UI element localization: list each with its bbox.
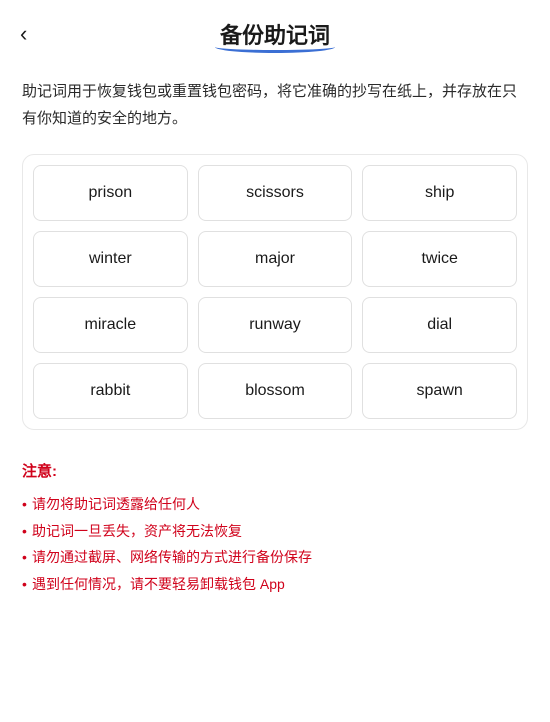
- mnemonic-word: ship: [362, 165, 517, 221]
- mnemonic-word: dial: [362, 297, 517, 353]
- back-button[interactable]: ‹: [20, 23, 27, 45]
- mnemonic-word: major: [198, 231, 353, 287]
- note-item: 遇到任何情况，请不要轻易卸载钱包 App: [22, 571, 528, 598]
- mnemonic-word: rabbit: [33, 363, 188, 419]
- mnemonic-word: blossom: [198, 363, 353, 419]
- note-item: 助记词一旦丢失，资产将无法恢复: [22, 518, 528, 545]
- mnemonic-word: winter: [33, 231, 188, 287]
- note-item: 请勿将助记词透露给任何人: [22, 491, 528, 518]
- mnemonic-word: scissors: [198, 165, 353, 221]
- header: ‹ 备份助记词: [0, 0, 550, 60]
- notes-list: 请勿将助记词透露给任何人助记词一旦丢失，资产将无法恢复请勿通过截屏、网络传输的方…: [22, 491, 528, 597]
- mnemonic-word: runway: [198, 297, 353, 353]
- mnemonic-word: miracle: [33, 297, 188, 353]
- description-text: 助记词用于恢复钱包或重置钱包密码，将它准确的抄写在纸上，并存放在只有你知道的安全…: [0, 60, 550, 146]
- mnemonic-word: spawn: [362, 363, 517, 419]
- notes-title: 注意:: [22, 460, 528, 481]
- mnemonic-grid-container: prisonscissorsship wintermajortwice miracl…: [22, 154, 528, 430]
- page-title: 备份助记词: [220, 23, 330, 48]
- mnemonic-word: prison: [33, 165, 188, 221]
- note-item: 请勿通过截屏、网络传输的方式进行备份保存: [22, 544, 528, 571]
- mnemonic-word: twice: [362, 231, 517, 287]
- mnemonic-grid: prisonscissorsship wintermajortwice miracl…: [33, 165, 517, 419]
- title-wrapper: 备份助记词: [220, 18, 330, 50]
- notes-section: 注意: 请勿将助记词透露给任何人助记词一旦丢失，资产将无法恢复请勿通过截屏、网络…: [0, 438, 550, 617]
